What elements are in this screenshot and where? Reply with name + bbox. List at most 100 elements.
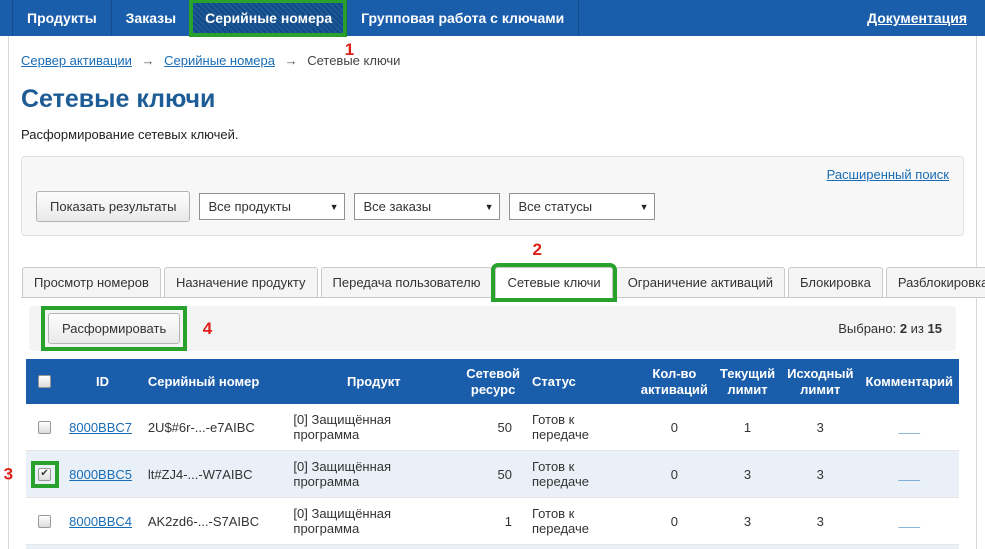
annotation-step-3: 3 <box>4 466 13 483</box>
select-all-checkbox[interactable] <box>38 375 51 388</box>
documentation-link[interactable]: Документация <box>867 10 967 26</box>
statuses-select-value: Все статусы <box>518 199 592 214</box>
table-toolbar: Расформировать 4 Выбрано: 2 из 15 <box>29 306 956 351</box>
breadcrumb-separator: → <box>285 53 298 68</box>
breadcrumb-serial-numbers[interactable]: Серийные номера <box>164 53 275 68</box>
col-header-id: ID <box>63 359 142 404</box>
comment-link[interactable]: ___ <box>898 420 920 435</box>
initial-limit-cell: 3 <box>781 404 859 451</box>
col-header-status: Статус <box>526 359 635 404</box>
initial-limit-cell: 3 <box>781 451 859 498</box>
table-row: 3 8000BBC5 lt#ZJ4-...-W7AIBC[0] Защищённая… <box>26 451 959 498</box>
serial-cell: w$$n5X-...-27AIBC <box>142 545 288 549</box>
comment-link[interactable]: ___ <box>898 467 920 482</box>
col-header-current-limit: Текущий лимит <box>714 359 781 404</box>
chevron-down-icon: ▼ <box>485 202 494 212</box>
current-limit-cell: 3 <box>714 451 781 498</box>
selection-summary: Выбрано: 2 из 15 <box>838 321 942 336</box>
tab-view-numbers[interactable]: Просмотр номеров <box>22 267 161 298</box>
advanced-search-link[interactable]: Расширенный поиск <box>827 167 949 182</box>
chevron-down-icon: ▼ <box>330 202 339 212</box>
activation-count-cell: 0 <box>635 498 714 545</box>
row-checkbox[interactable] <box>38 421 51 434</box>
network-resource-cell: 1 <box>460 498 526 545</box>
product-cell: [13] Отладочный ключ для ТТП <box>287 545 460 549</box>
tab-transfer-to-user[interactable]: Передача пользователю <box>321 267 493 298</box>
row-checkbox-wrap <box>31 508 59 535</box>
table-row: 38000BBBDw$$n5X-...-27AIBC[13] Отладочны… <box>26 545 959 549</box>
page-container: Сервер активации → Серийные номера → Сет… <box>8 36 977 549</box>
tab-network-keys[interactable]: Сетевые ключи 2 <box>495 267 612 298</box>
total-count: 15 <box>928 321 942 336</box>
status-cell: Готов к передаче <box>526 451 635 498</box>
col-header-activation-count: Кол-во активаций <box>635 359 714 404</box>
breadcrumb-activation-server[interactable]: Сервер активации <box>21 53 132 68</box>
serial-cell: 2U$#6r-...-e7AIBC <box>142 404 288 451</box>
row-checkbox[interactable] <box>38 515 51 528</box>
activation-count-cell: 0 <box>635 451 714 498</box>
page-subtitle: Расформирование сетевых ключей. <box>21 127 964 142</box>
col-header-comment: Комментарий <box>859 359 959 404</box>
orders-select[interactable]: Все заказы ▼ <box>354 193 500 220</box>
chevron-down-icon: ▼ <box>640 202 649 212</box>
disband-button[interactable]: Расформировать <box>48 313 180 344</box>
col-header-initial-limit: Исходный лимит <box>781 359 859 404</box>
network-resource-cell: 50 <box>460 404 526 451</box>
statuses-select[interactable]: Все статусы ▼ <box>509 193 655 220</box>
nav-item-group-key-work[interactable]: Групповая работа с ключами <box>346 0 579 36</box>
products-select-value: Все продукты <box>208 199 290 214</box>
nav-item-products[interactable]: Продукты <box>12 0 111 36</box>
key-id-link[interactable]: 8000BBC7 <box>69 420 132 435</box>
key-id-link[interactable]: 8000BBC4 <box>69 514 132 529</box>
orders-select-value: Все заказы <box>363 199 431 214</box>
key-id-link[interactable]: 8000BBC5 <box>69 467 132 482</box>
page-title: Сетевые ключи <box>21 85 964 114</box>
tab-unlock[interactable]: Разблокировка <box>886 267 985 298</box>
table-header-row: ID Серийный номер Продукт Сетевой ресурс… <box>26 359 959 404</box>
initial-limit-cell: 3 <box>781 545 859 549</box>
activation-count-cell: 0 <box>635 545 714 549</box>
breadcrumb-separator: → <box>142 53 155 68</box>
table-row: 8000BBC4 AK2zd6-...-S7AIBC[0] Защищённая … <box>26 498 959 545</box>
product-cell: [0] Защищённая программа <box>287 451 460 498</box>
show-results-button[interactable]: Показать результаты <box>36 191 190 222</box>
products-select[interactable]: Все продукты ▼ <box>199 193 345 220</box>
tab-assign-product[interactable]: Назначение продукту <box>164 267 318 298</box>
current-limit-cell: 1 <box>714 404 781 451</box>
status-cell: Готов к передаче <box>526 404 635 451</box>
selected-count: 2 <box>900 321 907 336</box>
nav-item-serial-numbers[interactable]: Серийные номера 1 <box>190 0 346 36</box>
product-cell: [0] Защищённая программа <box>287 498 460 545</box>
current-limit-cell: 3 <box>714 545 781 549</box>
initial-limit-cell: 3 <box>781 498 859 545</box>
table-body: 8000BBC72U$#6r-...-e7AIBC[0] Защищённая … <box>26 404 959 549</box>
tab-label: Сетевые ключи <box>507 275 600 290</box>
col-header-network-resource: Сетевой ресурс <box>460 359 526 404</box>
disband-button-highlight: Расформировать 4 <box>48 313 180 344</box>
nav-item-orders[interactable]: Заказы <box>111 0 190 36</box>
network-resource-cell: 2 <box>460 545 526 549</box>
status-cell: Готов к передаче <box>526 498 635 545</box>
nav-item-label: Серийные номера <box>205 10 332 26</box>
serial-cell: lt#ZJ4-...-W7AIBC <box>142 451 288 498</box>
breadcrumb: Сервер активации → Серийные номера → Сет… <box>21 36 964 68</box>
tab-activation-limit[interactable]: Ограничение активаций <box>616 267 785 298</box>
row-checkbox[interactable] <box>38 468 51 481</box>
annotation-step-4: 4 <box>203 320 212 337</box>
product-cell: [0] Защищённая программа <box>287 404 460 451</box>
activation-count-cell: 0 <box>635 404 714 451</box>
comment-link[interactable]: ___ <box>898 514 920 529</box>
table-row: 8000BBC7 2U$#6r-...-e7AIBC[0] Защищённая … <box>26 404 959 451</box>
annotation-step-2: 2 <box>532 241 541 258</box>
status-cell: Готов к активации <box>526 545 635 549</box>
tab-bar: Просмотр номеров Назначение продукту Пер… <box>21 267 964 298</box>
serial-cell: AK2zd6-...-S7AIBC <box>142 498 288 545</box>
network-resource-cell: 50 <box>460 451 526 498</box>
tab-lock[interactable]: Блокировка <box>788 267 883 298</box>
col-header-serial: Серийный номер <box>142 359 288 404</box>
filter-panel: Расширенный поиск Показать результаты Вс… <box>21 156 964 236</box>
row-checkbox-wrap <box>31 414 59 441</box>
annotation-step-1: 1 <box>345 41 354 58</box>
row-checkbox-highlight: 3 <box>31 461 59 488</box>
col-header-product: Продукт <box>287 359 460 404</box>
